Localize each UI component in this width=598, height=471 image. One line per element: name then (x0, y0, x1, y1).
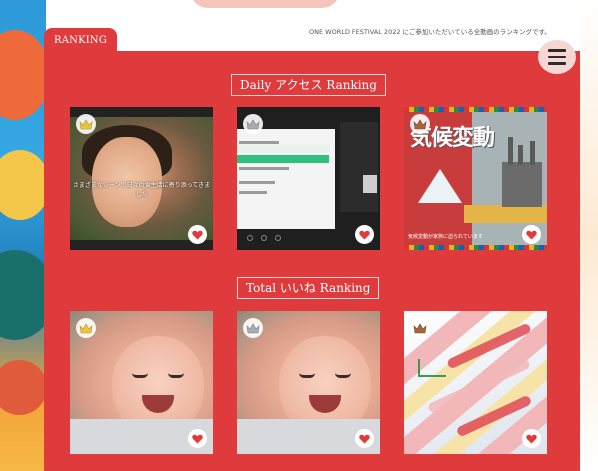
ranking-description: ONE WORLD FESTIVAL 2022 にご参加いただいている全動画のラ… (309, 28, 551, 36)
like-button[interactable] (355, 429, 374, 448)
crown-silver-icon (243, 114, 263, 134)
ranking-tab[interactable]: RANKING (44, 28, 117, 54)
background-shape (0, 250, 46, 340)
video-card-total-2[interactable] (237, 311, 380, 454)
video-card-total-1[interactable] (70, 311, 213, 454)
like-button[interactable] (188, 429, 207, 448)
heart-icon (526, 434, 537, 443)
video-thumbnail: さまざまなシーンで日々の食生活に寄り添ってきました (70, 117, 213, 240)
like-button[interactable] (188, 225, 207, 244)
crown-gold-icon (76, 318, 96, 338)
background-illustration-right (580, 0, 598, 471)
heart-icon (526, 230, 537, 239)
video-card-daily-3[interactable]: 気候変動 気候変動が家族に迫られています (404, 107, 547, 250)
player-controls (247, 235, 307, 241)
hamburger-menu-icon (548, 55, 566, 59)
video-card-daily-1[interactable]: さまざまなシーンで日々の食生活に寄り添ってきました (70, 107, 213, 250)
background-illustration-left (0, 0, 46, 471)
crown-silver-icon (243, 318, 263, 338)
hamburger-menu-icon (548, 49, 566, 52)
background-illustration-top (190, 0, 340, 8)
like-button[interactable] (355, 225, 374, 244)
crown-bronze-icon (410, 318, 430, 338)
background-shape (0, 360, 46, 415)
thumbnail-caption: 気候変動が家族に迫られています (408, 234, 483, 240)
background-shape (0, 150, 46, 220)
crown-bronze-icon (410, 114, 430, 134)
crown-gold-icon (76, 114, 96, 134)
menu-button[interactable] (538, 40, 576, 74)
like-button[interactable] (522, 429, 541, 448)
heart-icon (192, 434, 203, 443)
video-card-daily-2[interactable] (237, 107, 380, 250)
thumbnail-caption: さまざまなシーンで日々の食生活に寄り添ってきました (72, 182, 211, 198)
total-ranking-title: Total いいね Ranking (237, 277, 380, 299)
video-card-total-3[interactable] (404, 311, 547, 454)
heart-icon (359, 434, 370, 443)
background-shape (0, 30, 46, 120)
heart-icon (192, 230, 203, 239)
like-button[interactable] (522, 225, 541, 244)
hamburger-menu-icon (548, 62, 566, 65)
heart-icon (359, 230, 370, 239)
daily-ranking-title: Daily アクセス Ranking (231, 74, 386, 96)
